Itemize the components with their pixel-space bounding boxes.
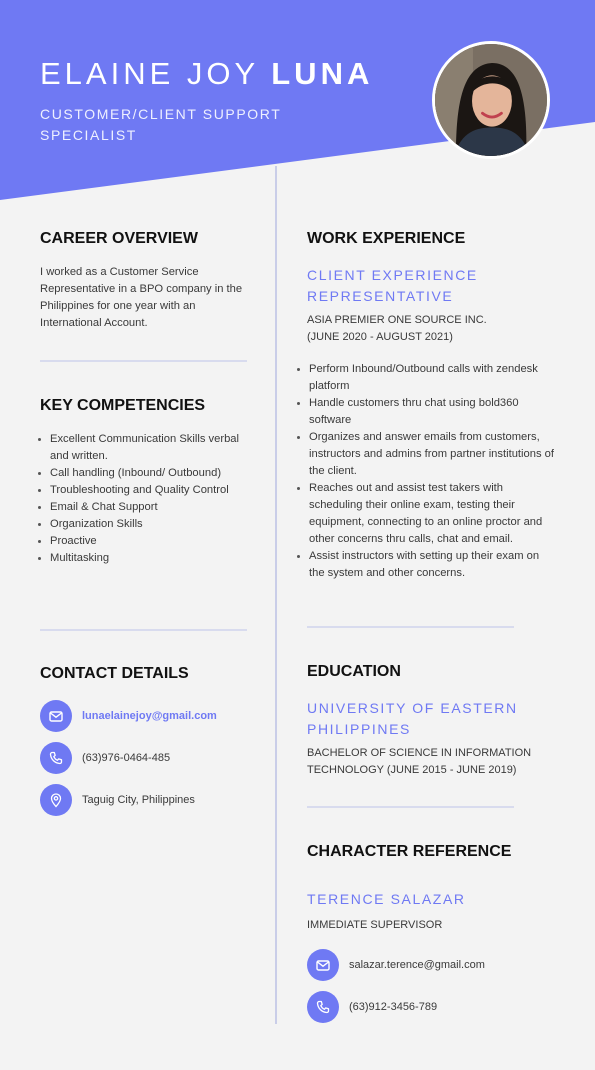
work-experience-heading: WORK EXPERIENCE xyxy=(307,230,466,247)
work-company: ASIA PREMIER ONE SOURCE INC. xyxy=(307,314,487,326)
mail-icon xyxy=(307,949,339,981)
section-divider xyxy=(307,806,514,808)
contact-phone: (63)976-0464-485 xyxy=(82,752,171,764)
job-title: CUSTOMER/CLIENT SUPPORT SPECIALIST xyxy=(40,106,282,143)
reference-name: TERENCE SALAZAR xyxy=(307,891,466,907)
reference-phone-row: (63)912-3456-789 xyxy=(307,991,437,1023)
work-duties-list: Perform Inbound/Outbound calls with zend… xyxy=(297,361,554,582)
list-item: Multitasking xyxy=(38,550,245,567)
list-item: Excellent Communication Skills verbal an… xyxy=(38,431,245,465)
column-divider xyxy=(275,166,277,1024)
reference-email-row: salazar.terence@gmail.com xyxy=(307,949,485,981)
character-reference-heading: CHARACTER REFERENCE xyxy=(307,843,512,860)
candidate-name: ELAINE JOY LUNA xyxy=(40,56,373,92)
profile-photo xyxy=(432,41,550,159)
section-divider xyxy=(307,626,514,628)
reference-position: IMMEDIATE SUPERVISOR xyxy=(307,919,443,931)
list-item: Email & Chat Support xyxy=(38,499,245,516)
competencies-list: Excellent Communication Skills verbal an… xyxy=(38,431,245,567)
list-item: Organization Skills xyxy=(38,516,245,533)
location-pin-icon xyxy=(40,784,72,816)
reference-email[interactable]: salazar.terence@gmail.com xyxy=(349,959,485,971)
list-item: Call handling (Inbound/ Outbound) xyxy=(38,465,245,482)
contact-details-heading: CONTACT DETAILS xyxy=(40,665,189,682)
list-item: Assist instructors with setting up their… xyxy=(297,548,554,582)
section-divider xyxy=(40,360,247,362)
education-degree: BACHELOR OF SCIENCE IN INFORMATION TECHN… xyxy=(307,747,532,776)
contact-location-row: Taguig City, Philippines xyxy=(40,784,195,816)
list-item: Perform Inbound/Outbound calls with zend… xyxy=(297,361,554,395)
career-overview-heading: CAREER OVERVIEW xyxy=(40,230,198,247)
mail-icon xyxy=(40,700,72,732)
contact-location: Taguig City, Philippines xyxy=(82,794,195,806)
list-item: Organizes and answer emails from custome… xyxy=(297,429,554,480)
work-role: CLIENT EXPERIENCE REPRESENTATIVE xyxy=(307,267,478,304)
list-item: Troubleshooting and Quality Control xyxy=(38,482,245,499)
phone-icon xyxy=(307,991,339,1023)
list-item: Proactive xyxy=(38,533,245,550)
list-item: Reaches out and assist test takers with … xyxy=(297,480,554,548)
career-overview-text: I worked as a Customer Service Represent… xyxy=(40,266,243,329)
name-last: LUNA xyxy=(271,56,374,91)
contact-email-row: lunaelainejoy@gmail.com xyxy=(40,700,217,732)
list-item: Handle customers thru chat using bold360… xyxy=(297,395,554,429)
contact-email[interactable]: lunaelainejoy@gmail.com xyxy=(82,710,217,722)
key-competencies-heading: KEY COMPETENCIES xyxy=(40,397,206,414)
phone-icon xyxy=(40,742,72,774)
reference-phone: (63)912-3456-789 xyxy=(349,1001,438,1013)
education-heading: EDUCATION xyxy=(307,663,401,680)
education-school: UNIVERSITY OF EASTERN PHILIPPINES xyxy=(307,700,518,737)
work-dates: (JUNE 2020 - AUGUST 2021) xyxy=(307,331,453,343)
section-divider xyxy=(40,629,247,631)
name-first: ELAINE JOY xyxy=(40,56,259,91)
contact-phone-row: (63)976-0464-485 xyxy=(40,742,170,774)
